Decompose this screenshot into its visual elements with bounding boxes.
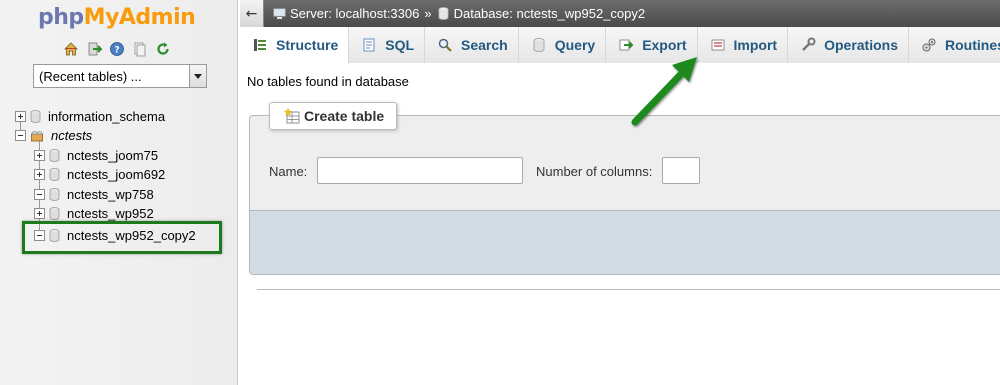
tree-item-label: nctests_wp758 [67, 187, 154, 202]
create-table-legend: Create table [269, 102, 398, 130]
tab-label: Query [554, 37, 596, 53]
tab-query[interactable]: Query [518, 27, 607, 63]
tab-label: Routines [945, 37, 1000, 53]
chevron-down-icon[interactable] [189, 65, 206, 87]
tree-item-label: nctests [51, 128, 93, 143]
tree-item-label: information_schema [48, 109, 166, 124]
svg-text:?: ? [114, 46, 119, 56]
docs-icon[interactable] [131, 40, 149, 58]
annotation-arrow-icon [631, 57, 697, 126]
structure-icon [254, 39, 266, 51]
tab-operations[interactable]: Operations [788, 27, 909, 63]
navigation-panel: phpMyAdmin ? (Recent tables) ... informa… [0, 0, 238, 385]
expand-icon[interactable] [34, 208, 45, 219]
recent-tables-select[interactable]: (Recent tables) ... [33, 64, 207, 88]
routines-icon [922, 38, 936, 52]
help-icon[interactable]: ? [108, 40, 126, 58]
tab-label: Structure [276, 37, 339, 53]
phpmyadmin-logo[interactable]: phpMyAdmin [38, 5, 196, 30]
tab-routines[interactable]: Routines [909, 27, 1000, 63]
tab-label: Import [733, 37, 778, 53]
tree-item-label: nctests_joom75 [67, 148, 159, 163]
database-icon [49, 168, 60, 181]
exit-icon[interactable] [85, 40, 103, 58]
breadcrumb-bar: ← Server: localhost:3306 » Database: nct… [240, 0, 1000, 27]
no-tables-notice: No tables found in database [247, 74, 409, 89]
tree-item-group[interactable]: nctests [15, 126, 92, 145]
home-icon[interactable] [62, 40, 80, 58]
back-button[interactable]: ← [240, 0, 264, 27]
new-table-icon [284, 108, 300, 124]
main-panel: ← Server: localhost:3306 » Database: nct… [240, 0, 1000, 385]
tab-bar: Structure SQL Search Query Export Import… [240, 27, 1000, 64]
breadcrumb: Server: localhost:3306 » Database: nctes… [273, 6, 645, 21]
breadcrumb-database[interactable]: Database: nctests_wp952_copy2 [454, 6, 646, 21]
reload-icon[interactable] [154, 40, 172, 58]
create-table-fieldset [249, 115, 1000, 275]
expand-icon[interactable] [34, 169, 45, 180]
server-icon [273, 8, 286, 19]
create-table-footer [250, 210, 1000, 274]
navigation-toolbar: ? [62, 40, 172, 58]
tab-sql[interactable]: SQL [349, 27, 426, 63]
query-icon [533, 38, 545, 52]
tab-label: Operations [824, 37, 898, 53]
import-icon [711, 39, 724, 51]
tree-item-database[interactable]: nctests_wp758 [34, 185, 154, 204]
tab-label: Search [461, 37, 508, 53]
recent-tables-value: (Recent tables) ... [39, 68, 142, 84]
database-icon [49, 188, 60, 201]
database-icon [438, 7, 448, 20]
search-icon [438, 38, 452, 52]
tab-structure[interactable]: Structure [240, 27, 350, 64]
logo-text-myadmin: MyAdmin [83, 5, 196, 30]
breadcrumb-server[interactable]: Server: localhost:3306 [290, 6, 419, 21]
tree-item-label: nctests_joom692 [67, 167, 166, 182]
tree-item-database[interactable]: nctests_joom75 [34, 146, 158, 165]
columns-label: Number of columns: [536, 164, 653, 179]
number-of-columns-input[interactable] [662, 157, 700, 184]
tree-item-database[interactable]: information_schema [15, 107, 165, 126]
expand-icon[interactable] [15, 111, 26, 122]
tree-item-database[interactable]: nctests_joom692 [34, 165, 165, 184]
divider [257, 289, 1000, 290]
table-name-input[interactable] [317, 157, 523, 184]
tree-item-label: nctests_wp952 [67, 206, 154, 221]
database-icon [49, 207, 60, 220]
selected-database-highlight [22, 221, 222, 254]
tab-label: SQL [385, 37, 415, 53]
create-table-title: Create table [304, 108, 385, 124]
collapse-icon[interactable] [34, 189, 45, 200]
database-group-icon [31, 131, 43, 142]
collapse-icon[interactable] [15, 130, 26, 141]
tab-import[interactable]: Import [697, 27, 789, 63]
back-arrow-icon: ← [245, 5, 258, 22]
operations-icon [802, 37, 816, 51]
database-icon [49, 149, 60, 162]
breadcrumb-separator: » [424, 6, 432, 21]
sql-icon [363, 38, 375, 52]
database-icon [30, 110, 41, 123]
tab-search[interactable]: Search [425, 27, 519, 63]
name-label: Name: [269, 164, 308, 179]
expand-icon[interactable] [34, 150, 45, 161]
logo-text-php: php [38, 5, 84, 30]
